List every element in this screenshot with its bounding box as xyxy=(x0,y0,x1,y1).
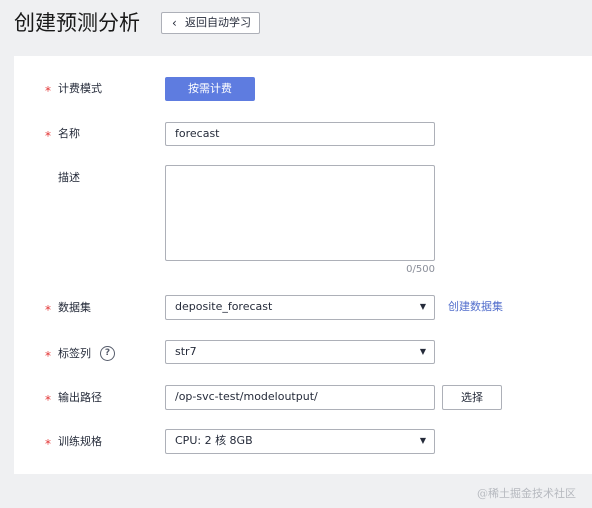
dataset-label: 数据集 xyxy=(58,301,91,314)
required-marker: * xyxy=(45,303,51,317)
select-path-button[interactable]: 选择 xyxy=(442,385,502,410)
create-dataset-link[interactable]: 创建数据集 xyxy=(448,300,503,314)
required-marker: * xyxy=(45,129,51,143)
caret-down-icon: ▼ xyxy=(419,302,426,311)
output-path-input[interactable]: /op-svc-test/modeloutput/ xyxy=(165,385,435,410)
name-label: 名称 xyxy=(58,127,80,140)
required-marker: * xyxy=(45,393,51,407)
watermark: @稀土掘金技术社区 xyxy=(477,487,576,500)
training-spec-label: 训练规格 xyxy=(58,435,102,448)
training-spec-selected-value: CPU: 2 核 8GB xyxy=(175,434,253,447)
caret-down-icon: ▼ xyxy=(419,347,426,356)
label-column-selected-value: str7 xyxy=(175,345,197,358)
chevron-left-icon: ‹ xyxy=(172,16,177,30)
label-column-select[interactable]: str7 ▼ xyxy=(165,340,435,364)
back-to-auto-learning-button[interactable]: ‹ 返回自动学习 xyxy=(161,12,260,34)
training-spec-select[interactable]: CPU: 2 核 8GB ▼ xyxy=(165,429,435,454)
label-column-label: 标签列 xyxy=(58,347,91,360)
back-button-label: 返回自动学习 xyxy=(185,16,251,29)
on-demand-billing-button[interactable]: 按需计费 xyxy=(165,77,255,101)
description-char-counter: 0/500 xyxy=(406,264,435,275)
required-marker: * xyxy=(45,84,51,98)
output-path-label: 输出路径 xyxy=(58,391,102,404)
question-circle-icon[interactable]: ? xyxy=(100,346,115,361)
caret-down-icon: ▼ xyxy=(419,436,426,445)
required-marker: * xyxy=(45,437,51,451)
page-title: 创建预测分析 xyxy=(14,11,140,35)
form-card xyxy=(14,56,592,474)
dataset-select[interactable]: deposite_forecast ▼ xyxy=(165,295,435,320)
name-input[interactable]: forecast xyxy=(165,122,435,146)
dataset-selected-value: deposite_forecast xyxy=(175,300,273,313)
billing-mode-label: 计费模式 xyxy=(58,82,102,95)
required-marker: * xyxy=(45,349,51,363)
description-label: 描述 xyxy=(58,171,80,184)
description-textarea[interactable] xyxy=(165,165,435,261)
